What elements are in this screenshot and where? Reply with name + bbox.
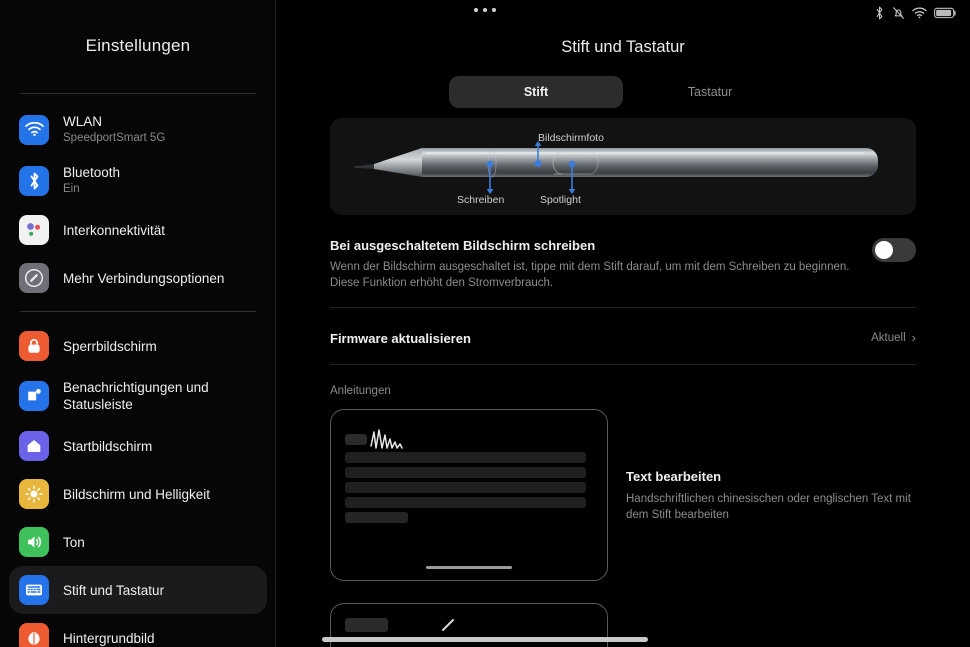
sidebar-item-label: Bluetooth (63, 165, 121, 180)
row-control (872, 237, 916, 262)
sidebar-item-text: Bluetooth Ein (63, 164, 120, 197)
sidebar-title: Einstellungen (85, 36, 191, 55)
settings-content: Bildschirmfoto Schreiben Spotlight Bei a… (276, 118, 970, 647)
interconnect-dots-icon (19, 215, 49, 245)
sidebar-item-text: Ton (63, 534, 85, 551)
sidebar-item-label: WLAN (63, 114, 103, 129)
sidebar-item-mehr-verbindungsoptionen[interactable]: Mehr Verbindungsoptionen (9, 254, 267, 302)
settings-sidebar: Einstellungen WLAN SpeedportSmart 5G Blu… (0, 0, 276, 647)
sidebar-item-text: Interkonnektivität (63, 222, 165, 239)
bluetooth-icon (19, 165, 49, 196)
sidebar-item-label: Stift und Tastatur (63, 582, 165, 598)
guide-card-text-bearbeiten[interactable]: Text bearbeiten Handschriftlichen chines… (330, 409, 916, 581)
row-title: Firmware aktualisieren (330, 331, 471, 346)
sidebar-item-bildschirm-helligkeit[interactable]: Bildschirm und Helligkeit (9, 470, 267, 518)
guide-title: Text bearbeiten (626, 468, 722, 484)
stylus-label-screenshot: Bildschirmfoto (538, 132, 604, 144)
sidebar-item-text: Hintergrundbild (63, 630, 155, 647)
sidebar-item-text: Mehr Verbindungsoptionen (63, 270, 224, 287)
sidebar-item-label: Bildschirm und Helligkeit (63, 486, 211, 502)
sidebar-item-text: Sperrbildschirm (63, 338, 157, 355)
row-text: Bei ausgeschaltetem Bildschirm schreiben… (330, 237, 856, 291)
page-title: Stift und Tastatur (561, 38, 685, 56)
row-text: Firmware aktualisieren (330, 330, 855, 348)
speaker-icon (19, 527, 49, 557)
keyboard-icon (19, 575, 49, 605)
guide-preview-illustration (345, 429, 586, 523)
sidebar-item-startbildschirm[interactable]: Startbildschirm (9, 422, 267, 470)
firmware-status-value: Aktuell (871, 331, 906, 344)
sidebar-item-label: Mehr Verbindungsoptionen (63, 270, 225, 286)
home-indicator[interactable] (322, 637, 648, 642)
sidebar-item-ton[interactable]: Ton (9, 518, 267, 566)
stylus-diagram (354, 141, 878, 194)
toggle-knob (875, 241, 893, 259)
wifi-icon (19, 114, 49, 145)
tab-stift[interactable]: Stift (449, 76, 623, 108)
tab-bar: Stift Tastatur (276, 76, 970, 108)
stylus-label-spotlight: Spotlight (540, 194, 581, 206)
link-icon (19, 263, 49, 293)
write-on-screen-off-toggle[interactable] (872, 238, 916, 262)
sidebar-divider-top (20, 93, 256, 94)
home-icon (19, 431, 49, 461)
sidebar-item-text: WLAN SpeedportSmart 5G (63, 113, 165, 146)
sidebar-item-label: Benachrichtigungen und Statusleiste (63, 380, 209, 412)
sidebar-item-stift-und-tastatur[interactable]: Stift und Tastatur (9, 566, 267, 614)
stylus-illustration-card: Bildschirmfoto Schreiben Spotlight (330, 118, 916, 215)
sidebar-list: WLAN SpeedportSmart 5G Bluetooth Ein Int… (0, 104, 276, 647)
sidebar-item-sublabel: SpeedportSmart 5G (63, 132, 166, 144)
main-panel: Stift und Tastatur Stift Tastatur Bildsc… (276, 0, 970, 647)
sidebar-item-sperrbildschirm[interactable]: Sperrbildschirm (9, 322, 267, 370)
sidebar-item-label: Interkonnektivität (63, 222, 166, 238)
chevron-right-icon: › (911, 330, 916, 345)
wallpaper-flower-icon (19, 623, 49, 647)
sidebar-item-label: Sperrbildschirm (63, 338, 157, 354)
sidebar-item-hintergrundbild[interactable]: Hintergrundbild (9, 614, 267, 647)
sidebar-item-text: Bildschirm und Helligkeit (63, 486, 210, 503)
setting-row-write-on-screen-off[interactable]: Bei ausgeschaltetem Bildschirm schreiben… (330, 215, 916, 297)
sidebar-item-label: Hintergrundbild (63, 630, 155, 646)
preview-home-indicator (426, 566, 512, 569)
row-description: Wenn der Bildschirm ausgeschaltet ist, t… (330, 261, 850, 289)
notification-icon (19, 381, 49, 411)
sidebar-item-bluetooth[interactable]: Bluetooth Ein (9, 155, 267, 206)
row-divider-2 (330, 364, 916, 365)
guide-description: Handschriftlichen chinesischen oder engl… (626, 492, 911, 521)
setting-row-firmware-update[interactable]: Firmware aktualisieren Aktuell › (330, 308, 916, 354)
sidebar-item-text: Startbildschirm (63, 438, 152, 455)
brightness-sun-icon (19, 479, 49, 509)
lock-icon (19, 331, 49, 361)
guides-section-label: Anleitungen (330, 385, 391, 397)
sidebar-item-benachrichtigungen[interactable]: Benachrichtigungen und Statusleiste (9, 370, 267, 422)
guide-text: Text bearbeiten Handschriftlichen chines… (626, 468, 916, 523)
sidebar-item-label: Startbildschirm (63, 438, 153, 454)
row-control: Aktuell › (871, 330, 916, 344)
sidebar-item-text: Benachrichtigungen und Statusleiste (63, 379, 257, 413)
tablet-screen: 19:02 Fr, 26. Apr (0, 0, 970, 647)
stylus-label-write: Schreiben (457, 194, 505, 206)
guide-preview-frame (330, 409, 608, 581)
sidebar-item-interkonnektivitaet[interactable]: Interkonnektivität (9, 206, 267, 254)
tab-tastatur[interactable]: Tastatur (623, 76, 797, 108)
sidebar-item-wlan[interactable]: WLAN SpeedportSmart 5G (9, 104, 267, 155)
sidebar-item-text: Stift und Tastatur (63, 582, 164, 599)
sidebar-item-label: Ton (63, 534, 85, 550)
row-title: Bei ausgeschaltetem Bildschirm schreiben (330, 238, 596, 253)
sidebar-item-sublabel: Ein (63, 183, 80, 195)
